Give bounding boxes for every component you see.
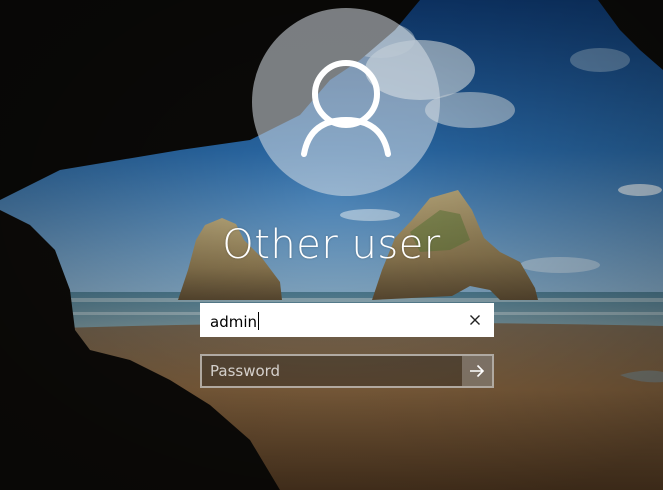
arrow-right-icon	[470, 364, 485, 378]
username-value: admin	[210, 313, 257, 331]
user-silhouette-icon	[301, 60, 391, 157]
username-field[interactable]: admin	[200, 303, 494, 337]
clear-username-button[interactable]	[462, 308, 488, 332]
user-avatar	[252, 8, 440, 196]
submit-button[interactable]	[462, 356, 492, 386]
username-value-wrapper[interactable]: admin	[210, 312, 259, 331]
user-display-name: Other user	[222, 222, 441, 268]
close-icon	[470, 315, 480, 325]
text-caret	[258, 312, 259, 330]
password-field[interactable]	[200, 354, 494, 388]
lock-screen: Other user admin	[0, 0, 663, 490]
password-input[interactable]	[202, 356, 462, 386]
